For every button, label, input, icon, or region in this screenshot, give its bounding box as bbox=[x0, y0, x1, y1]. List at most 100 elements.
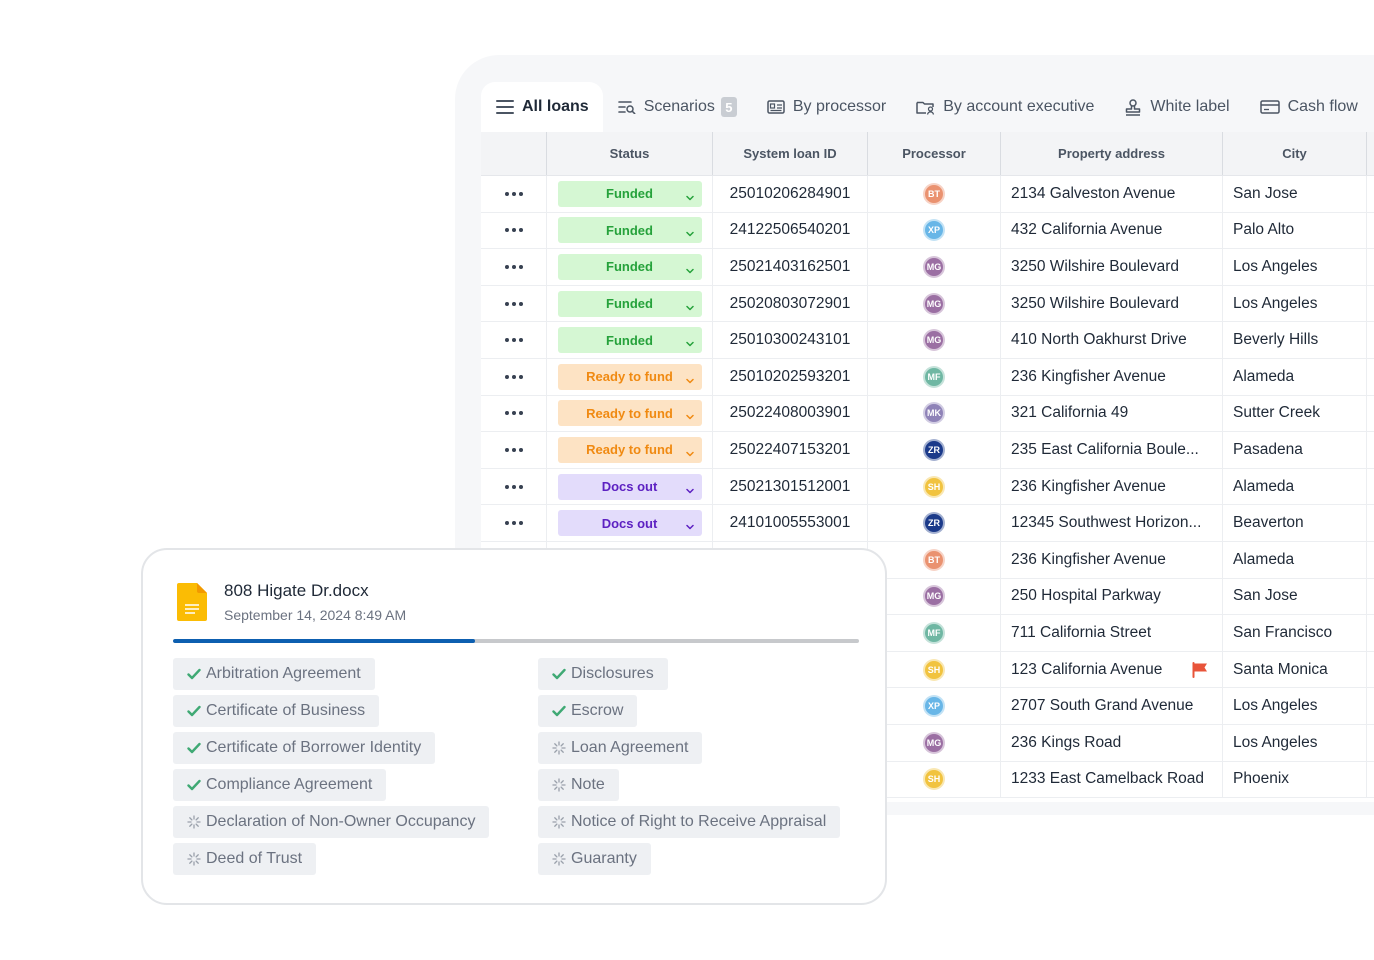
table-row[interactable]: Funded 25010300243101 MG 410 North Oakhurst… bbox=[481, 322, 1374, 359]
status-dropdown[interactable]: Ready to fund bbox=[557, 363, 702, 390]
document-chip[interactable]: Escrow bbox=[538, 695, 638, 727]
row-actions-button[interactable] bbox=[481, 285, 547, 322]
document-chip[interactable]: Deed of Trust bbox=[173, 843, 317, 875]
tab-by-account-executive[interactable]: By account executive bbox=[901, 82, 1109, 132]
table-row[interactable]: Ready to fund 25010202593201 MF 236 Kingfis… bbox=[481, 358, 1374, 396]
flag-icon[interactable] bbox=[1192, 661, 1210, 678]
document-chip[interactable]: Note bbox=[538, 769, 619, 801]
table-row[interactable]: Ready to fund 25022408003901 MK 321 Califor… bbox=[481, 395, 1374, 433]
property-address[interactable]: 1233 East Camelback Road bbox=[1011, 770, 1204, 788]
property-address[interactable]: 2707 South Grand Avenue bbox=[1011, 697, 1193, 715]
document-title[interactable]: 808 Higate Dr.docx bbox=[224, 581, 369, 601]
document-chip[interactable]: Compliance Agreement bbox=[173, 769, 387, 801]
processor-avatar[interactable]: BT bbox=[923, 548, 945, 571]
status-dropdown[interactable]: Funded bbox=[557, 217, 702, 244]
loan-id-cell[interactable]: 25010202593201 bbox=[713, 358, 868, 395]
processor-avatar[interactable]: MF bbox=[923, 621, 945, 644]
processor-avatar[interactable]: MG bbox=[923, 255, 945, 278]
document-chip[interactable]: Loan Agreement bbox=[538, 732, 703, 764]
loan-id-cell[interactable]: 25022407153201 bbox=[713, 432, 868, 468]
property-address[interactable]: 711 California Street bbox=[1011, 624, 1151, 642]
processor-avatar[interactable]: SH bbox=[923, 768, 945, 791]
property-address[interactable]: 3250 Wilshire Boulevard bbox=[1011, 258, 1179, 276]
processor-avatar[interactable]: XP bbox=[923, 219, 945, 242]
property-address[interactable]: 2134 Galveston Avenue bbox=[1011, 185, 1175, 203]
loan-id-cell[interactable]: 25022408003901 bbox=[713, 395, 868, 432]
document-chip[interactable]: Guaranty bbox=[538, 843, 651, 875]
tab-white-label[interactable]: White label bbox=[1109, 82, 1244, 132]
document-chip[interactable]: Notice of Right to Receive Appraisal bbox=[538, 806, 841, 838]
header-processor[interactable]: Processor bbox=[868, 132, 1001, 175]
property-address[interactable]: 432 California Avenue bbox=[1011, 221, 1162, 239]
header-city[interactable]: City bbox=[1223, 132, 1367, 175]
property-address[interactable]: 12345 Southwest Horizon... bbox=[1011, 514, 1201, 532]
processor-avatar[interactable]: SH bbox=[923, 658, 945, 681]
row-actions-button[interactable] bbox=[481, 358, 547, 395]
status-dropdown[interactable]: Funded bbox=[557, 253, 702, 280]
status-dropdown[interactable]: Funded bbox=[557, 327, 702, 354]
status-dropdown[interactable]: Funded bbox=[557, 180, 702, 207]
processor-avatar[interactable]: BT bbox=[923, 182, 945, 205]
status-dropdown[interactable]: Funded bbox=[557, 290, 702, 317]
property-address[interactable]: 321 California 49 bbox=[1011, 404, 1128, 422]
document-chip[interactable]: Arbitration Agreement bbox=[173, 658, 375, 690]
table-row[interactable]: Funded 25020803072901 MG 3250 Wilshire Boul… bbox=[481, 285, 1374, 323]
tab-all-loans[interactable]: All loans bbox=[481, 82, 603, 132]
header-system-loan-id[interactable]: System loan ID bbox=[713, 132, 868, 175]
status-dropdown[interactable]: Ready to fund bbox=[557, 400, 702, 427]
row-actions-button[interactable] bbox=[481, 395, 547, 432]
property-address[interactable]: 123 California Avenue bbox=[1011, 661, 1162, 679]
loan-id-cell[interactable]: 25010300243101 bbox=[713, 322, 868, 358]
property-address[interactable]: 236 Kingfisher Avenue bbox=[1011, 478, 1166, 496]
processor-avatar[interactable]: MG bbox=[923, 329, 945, 352]
row-actions-button[interactable] bbox=[481, 432, 547, 468]
processor-avatar[interactable]: MG bbox=[923, 731, 945, 754]
row-actions-button[interactable] bbox=[481, 249, 547, 285]
table-row[interactable]: Funded 25021403162501 MG 3250 Wilshire Boul… bbox=[481, 249, 1374, 286]
loan-id-cell[interactable]: 25021403162501 bbox=[713, 249, 868, 285]
address-cell: 2134 Galveston Avenue bbox=[1001, 176, 1223, 212]
loan-id-cell[interactable]: 25021301512001 bbox=[713, 468, 868, 505]
row-actions-button[interactable] bbox=[481, 212, 547, 249]
table-row[interactable]: Ready to fund 25022407153201 ZR 235 East Ca… bbox=[481, 432, 1374, 469]
property-address[interactable]: 236 Kingfisher Avenue bbox=[1011, 368, 1166, 386]
loan-id-cell[interactable]: 24101005553001 bbox=[713, 505, 868, 541]
row-actions-button[interactable] bbox=[481, 505, 547, 541]
status-dropdown[interactable]: Ready to fund bbox=[557, 436, 702, 463]
tab-by-processor[interactable]: By processor bbox=[752, 82, 901, 132]
processor-avatar[interactable]: MK bbox=[923, 402, 945, 425]
processor-avatar[interactable]: SH bbox=[923, 475, 945, 498]
processor-avatar[interactable]: ZR bbox=[923, 438, 945, 461]
property-address[interactable]: 3250 Wilshire Boulevard bbox=[1011, 295, 1179, 313]
processor-avatar[interactable]: MF bbox=[923, 365, 945, 388]
tab-cash-flow[interactable]: Cash flow bbox=[1245, 82, 1373, 132]
table-row[interactable]: Docs out 24101005553001 ZR 12345 Southwest … bbox=[481, 505, 1374, 542]
processor-avatar[interactable]: MG bbox=[923, 585, 945, 608]
document-chip[interactable]: Disclosures bbox=[538, 658, 668, 690]
loan-id-cell[interactable]: 25020803072901 bbox=[713, 285, 868, 322]
processor-avatar[interactable]: MG bbox=[923, 292, 945, 315]
table-row[interactable]: Funded 24122506540201 XP 432 California Ave… bbox=[481, 212, 1374, 250]
row-actions-button[interactable] bbox=[481, 322, 547, 358]
property-address[interactable]: 236 Kingfisher Avenue bbox=[1011, 551, 1166, 569]
header-status[interactable]: Status bbox=[547, 132, 713, 175]
row-actions-button[interactable] bbox=[481, 176, 547, 212]
processor-avatar[interactable]: ZR bbox=[923, 512, 945, 535]
table-row[interactable]: Docs out 25021301512001 SH 236 Kingfisher A… bbox=[481, 468, 1374, 506]
table-row[interactable]: Funded 25010206284901 BT 2134 Galveston Ave… bbox=[481, 176, 1374, 213]
tab-scenarios[interactable]: Scenarios 5 bbox=[603, 82, 752, 132]
loan-id-cell[interactable]: 24122506540201 bbox=[713, 212, 868, 249]
property-address[interactable]: 410 North Oakhurst Drive bbox=[1011, 331, 1187, 349]
loan-id-cell[interactable]: 25010206284901 bbox=[713, 176, 868, 212]
property-address[interactable]: 250 Hospital Parkway bbox=[1011, 587, 1161, 605]
status-dropdown[interactable]: Docs out bbox=[557, 510, 702, 537]
document-chip[interactable]: Declaration of Non-Owner Occupancy bbox=[173, 806, 490, 838]
property-address[interactable]: 236 Kings Road bbox=[1011, 734, 1121, 752]
processor-avatar[interactable]: XP bbox=[923, 695, 945, 718]
property-address[interactable]: 235 East California Boule... bbox=[1011, 441, 1199, 459]
row-actions-button[interactable] bbox=[481, 468, 547, 505]
document-chip[interactable]: Certificate of Borrower Identity bbox=[173, 732, 436, 764]
header-property-address[interactable]: Property address bbox=[1001, 132, 1223, 175]
status-dropdown[interactable]: Docs out bbox=[557, 473, 702, 500]
document-chip[interactable]: Certificate of Business bbox=[173, 695, 380, 727]
